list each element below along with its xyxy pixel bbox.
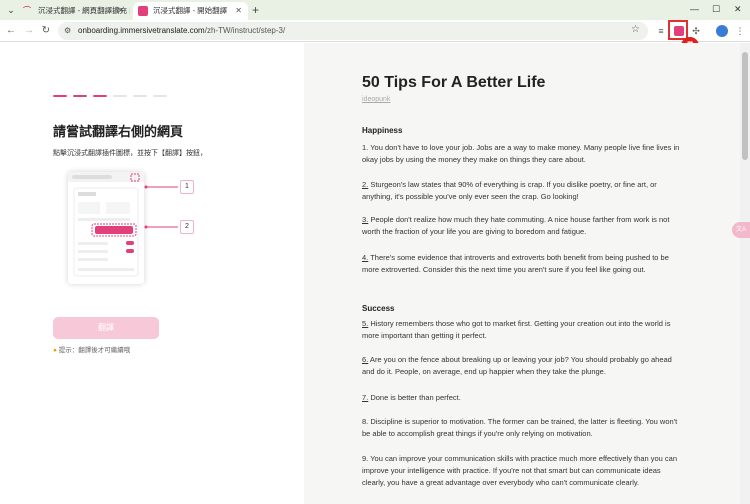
article-paragraph: 6. Are you on the fence about breaking u…	[362, 355, 672, 376]
illustration-graphic	[68, 172, 144, 277]
onboarding-heading: 請嘗試翻譯右側的網頁	[53, 124, 184, 139]
immersive-favicon-icon: ⌒	[23, 6, 33, 16]
article-paragraph: 4. There's some evidence that introverts…	[362, 253, 669, 274]
hint-text: ● 提示：翻譯後才可繼續哦	[53, 344, 130, 354]
address-bar[interactable]: ⚙ onboarding.immersivetranslate.com/zh-T…	[58, 22, 648, 40]
tab-title: 沉浸式翻譯 - 開始翻譯	[153, 6, 228, 15]
new-tab-icon[interactable]: +	[252, 3, 259, 17]
toolbar: ← → ↻ ⚙ onboarding.immersivetranslate.co…	[0, 20, 750, 42]
bookmark-star-icon[interactable]: ☆	[631, 24, 640, 35]
article-title: 50 Tips For A Better Life	[362, 74, 546, 91]
reload-icon[interactable]: ↻	[39, 24, 53, 38]
callout-lines	[144, 185, 178, 229]
section-heading: Success	[362, 304, 395, 313]
minimize-icon[interactable]: —	[690, 2, 699, 16]
site-info-icon[interactable]: ⚙	[64, 26, 74, 36]
tab-search-icon[interactable]: ⌄	[4, 3, 18, 17]
progress-step	[133, 95, 147, 97]
progress-step	[113, 95, 127, 97]
close-window-icon[interactable]: ✕	[734, 2, 742, 16]
hint-label: 提示：翻譯後才可繼續哦	[58, 347, 131, 354]
more-menu-icon[interactable]: ⋮	[734, 25, 746, 37]
article-paragraph: 2. Sturgeon's law states that 90% of eve…	[362, 180, 657, 201]
author-link[interactable]: ideopunk	[362, 96, 390, 103]
immersive-favicon-icon	[138, 6, 148, 16]
reading-list-icon[interactable]: ≡	[655, 25, 667, 37]
floating-translate-button[interactable]: 文A	[732, 222, 750, 238]
forward-icon[interactable]: →	[22, 24, 36, 38]
article-paragraph: 9. You can improve your communication sk…	[362, 454, 678, 487]
progress-step	[93, 95, 107, 97]
article-paragraph: 3. People don't realize how much they ha…	[362, 215, 670, 236]
article-paragraph: 8. Discipline is superior to motivation.…	[362, 417, 678, 438]
extensions-puzzle-icon[interactable]: ✣	[690, 25, 702, 37]
maximize-icon[interactable]: ☐	[712, 2, 720, 16]
callout-number: 1	[180, 180, 194, 194]
tab-start-translate[interactable]: 沉浸式翻譯 - 開始翻譯 ✕	[133, 2, 248, 20]
instruction-illustration	[68, 172, 144, 284]
onboarding-panel	[0, 43, 304, 504]
callout-number: 2	[180, 220, 194, 234]
progress-step	[153, 95, 167, 97]
translate-button[interactable]: 翻譯	[53, 317, 159, 339]
bulb-icon: ●	[53, 347, 57, 354]
url-text[interactable]: onboarding.immersivetranslate.com/zh-TW/…	[78, 22, 285, 40]
profile-avatar[interactable]	[716, 25, 728, 37]
close-tab-icon[interactable]: ✕	[235, 2, 242, 20]
progress-step	[53, 95, 67, 97]
article-paragraph: 7. Done is better than perfect.	[362, 393, 461, 402]
section-heading: Happiness	[362, 126, 403, 135]
immersive-translate-icon	[674, 26, 684, 36]
back-icon[interactable]: ←	[4, 24, 18, 38]
tab-immersive-home[interactable]: ⌒ 沉浸式翻譯 - 網頁翻譯擴充 | PDF ✕	[18, 2, 130, 20]
scrollbar-thumb[interactable]	[742, 52, 748, 160]
tab-title: 沉浸式翻譯 - 網頁翻譯擴充 | PDF	[38, 6, 130, 15]
close-tab-icon[interactable]: ✕	[117, 2, 124, 20]
tab-bar: ⌄ ⌒ 沉浸式翻譯 - 網頁翻譯擴充 | PDF ✕ 沉浸式翻譯 - 開始翻譯 …	[0, 0, 750, 20]
onboarding-instruction: 點擊沉浸式翻譯插件圖標，並按下【翻譯】按鈕，	[53, 150, 207, 157]
article-paragraph: 1. You don't have to love your job. Jobs…	[362, 143, 680, 164]
article-paragraph: 5. History remembers those who got to ma…	[362, 319, 671, 340]
progress-step	[73, 95, 87, 97]
